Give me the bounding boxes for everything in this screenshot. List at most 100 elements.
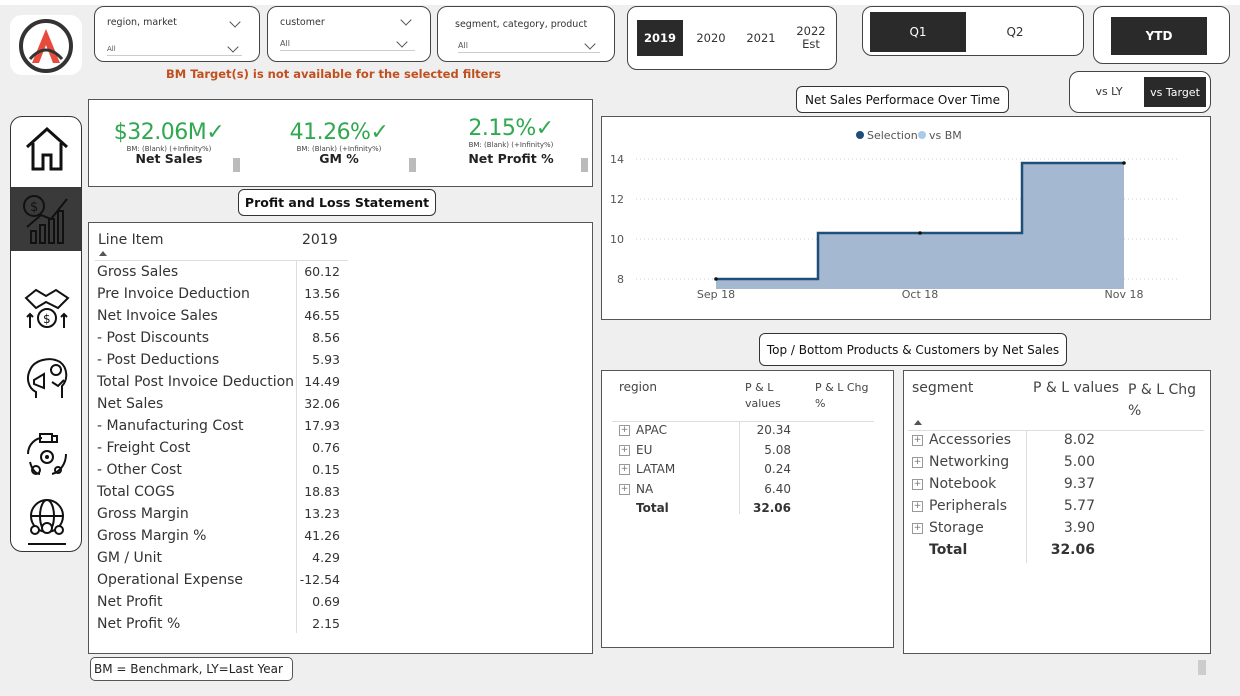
x-tick-label: Nov 18 [1105,288,1144,301]
sort-asc-icon[interactable] [914,420,922,425]
pl-row[interactable]: Net Profit % 2.15 [89,614,349,636]
pl-row[interactable]: Gross Margin 13.23 [89,504,349,526]
expand-plus-icon[interactable]: + [619,444,630,456]
pl-row-label: - Manufacturing Cost [97,418,244,434]
quarter-slicer[interactable]: Q1 Q2 [862,6,1084,56]
kpi-net-profit-percent[interactable]: 2.15%✓ BM: (Blank) (+Infinity%) Net Prof… [431,100,591,166]
expand-plus-icon[interactable]: + [912,434,923,446]
pl-row[interactable]: GM / Unit 4.29 [89,548,349,570]
chevron-down-icon[interactable] [400,14,412,26]
pl-row[interactable]: - Post Deductions 5.93 [89,350,349,372]
pl-row-label: Total Post Invoice Deduction [97,374,295,390]
table-row[interactable]: + APAC 20.34 [602,423,892,443]
pl-row-value: 2.15 [312,616,340,631]
row-label-text: LATAM [636,462,676,476]
pl-row[interactable]: - Manufacturing Cost 17.93 [89,416,349,438]
pl-row[interactable]: - Freight Cost 0.76 [89,438,349,460]
table-row[interactable]: + NA 6.40 [602,482,892,502]
table-row[interactable]: + Networking 5.00 [904,454,1204,476]
expand-plus-icon[interactable]: + [912,500,923,512]
net-sales-chart: Selection vs BM 8 10 12 14 Sep 18 Oct 18 Nov 18 [601,116,1211,320]
pl-row[interactable]: Gross Sales 60.12 [89,262,349,284]
quarter-q1-button[interactable]: Q1 [870,12,966,52]
year-2019-button[interactable]: 2019 [637,20,683,56]
expand-plus-icon[interactable]: + [619,425,630,436]
segment-header-values[interactable]: P & L values [1033,380,1119,396]
region-market-slicer-value[interactable]: All [107,45,242,56]
region-market-slicer[interactable]: region, market All [94,6,260,62]
pl-row-value: 18.83 [304,484,340,499]
row-label-text: APAC [636,423,668,437]
top-bottom-title: Top / Bottom Products & Customers by Net… [759,333,1067,366]
table-row[interactable]: + EU 5.08 [602,443,892,463]
pl-row[interactable]: Gross Margin % 41.26 [89,526,349,548]
expand-plus-icon[interactable]: + [912,456,923,468]
pl-row-value: 60.12 [304,264,340,279]
kpi-panel: $32.06M✓ BM: (Blank) (+Infinity%) Net Sa… [88,99,593,187]
table-row[interactable]: + Accessories 8.02 [904,432,1204,454]
segment-slicer-value[interactable]: All [458,41,600,53]
nav-supply-chain-button[interactable] [11,425,81,485]
region-market-slicer-title: region, market [107,17,177,28]
scroll-handle[interactable] [1198,660,1206,675]
year-2021-button[interactable]: 2021 [738,20,784,56]
pl-row-label: Pre Invoice Deduction [97,286,250,302]
expand-plus-icon[interactable]: + [619,483,630,495]
pl-row[interactable]: Pre Invoice Deduction 13.56 [89,284,349,306]
vs-ly-button[interactable]: vs LY [1076,75,1142,107]
customer-slicer-value[interactable]: All [280,39,415,51]
year-2022-est-button[interactable]: 2022 Est [786,20,836,56]
nav-executive-button[interactable] [11,491,81,551]
pl-row[interactable]: Net Invoice Sales 46.55 [89,306,349,328]
x-tick-label: Oct 18 [902,288,939,301]
data-point [714,277,718,281]
pl-row[interactable]: Total Post Invoice Deduction 14.49 [89,372,349,394]
nav-home-button[interactable] [11,117,81,181]
year-2020-button[interactable]: 2020 [688,20,734,56]
pl-row[interactable]: Total COGS 18.83 [89,482,349,504]
pl-header-divider [95,260,348,261]
segment-category-product-slicer[interactable]: segment, category, product All [437,6,615,62]
nav-finance-button[interactable]: $ [11,187,81,251]
expand-plus-icon[interactable]: + [912,478,923,490]
comparison-toggle[interactable]: vs LY vs Target [1069,71,1211,113]
pl-row[interactable]: - Other Cost 0.15 [89,460,349,482]
segment-header-chg[interactable]: P & L Chg % [1128,380,1196,422]
pl-row[interactable]: - Post Discounts 8.56 [89,328,349,350]
region-header-chg[interactable]: P & L Chg % [815,380,868,412]
chevron-down-icon[interactable] [229,16,241,28]
row-label-text: Notebook [929,476,997,492]
ytd-button[interactable]: YTD [1111,17,1207,55]
customer-slicer[interactable]: customer All [267,6,431,62]
region-header-region[interactable]: region [619,380,657,394]
pl-header-year[interactable]: 2019 [302,232,338,248]
pl-row[interactable]: Net Sales 32.06 [89,394,349,416]
expand-plus-icon[interactable]: + [619,464,630,475]
kpi-net-profit-value: 2.15%✓ [468,116,554,141]
data-point [918,231,922,235]
table-row[interactable]: + Peripherals 5.77 [904,498,1204,520]
ytd-slicer[interactable]: YTD [1093,6,1230,64]
segment-header-segment[interactable]: segment [912,380,973,396]
quarter-q2-button[interactable]: Q2 [967,12,1063,52]
expand-plus-icon[interactable]: + [912,522,923,534]
kpi-net-sales[interactable]: $32.06M✓ BM: (Blank) (+Infinity%) Net Sa… [89,100,249,166]
region-header-values[interactable]: P & L values [745,380,781,412]
table-row[interactable]: + Notebook 9.37 [904,476,1204,498]
table-row[interactable]: + LATAM 0.24 [602,462,892,482]
table-row[interactable]: + Storage 3.90 [904,520,1204,542]
row-label-text: Peripherals [929,498,1008,514]
sort-asc-icon[interactable] [99,251,107,256]
y-tick-label: 10 [610,233,624,246]
pl-row[interactable]: Net Profit 0.69 [89,592,349,614]
total-value: 32.06 [1050,542,1095,558]
year-slicer[interactable]: 2019 2020 2021 2022 Est [627,6,837,70]
pl-header-line-item[interactable]: Line Item [98,232,164,248]
kpi-gm-percent[interactable]: 41.26%✓ BM: (Blank) (+Infinity%) GM % [259,100,419,166]
pl-row-label: Total COGS [97,484,175,500]
table-row-value: 0.24 [764,462,791,476]
nav-sales-button[interactable]: $ [11,279,81,339]
pl-row[interactable]: Operational Expense -12.54 [89,570,349,592]
nav-marketing-button[interactable] [11,349,81,409]
vs-target-button[interactable]: vs Target [1144,77,1206,107]
